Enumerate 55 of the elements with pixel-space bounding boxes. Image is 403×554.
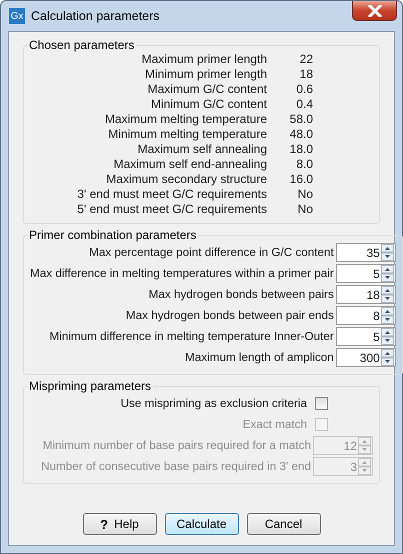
spinner-arrows-icon[interactable] [380, 349, 394, 366]
parameter-label: Max difference in melting temperatures within a primer pair [30, 267, 334, 280]
window-title: Calculation parameters [31, 9, 160, 23]
close-button[interactable] [352, 1, 397, 21]
parameter-label: Minimum primer length [144, 67, 267, 82]
group-title: Chosen parameters [28, 38, 136, 52]
parameter-label: Use mispriming as exclusion criteria [120, 397, 307, 410]
dialog-button[interactable]: ? Help [82, 513, 156, 535]
dialog-button[interactable]: Calculate [164, 513, 238, 535]
parameter-value: 0.6 [295, 82, 313, 97]
spinner-field[interactable]: 8 [336, 306, 396, 325]
parameter-value: 48.0 [288, 127, 313, 142]
spinner-arrows-icon[interactable] [380, 244, 394, 261]
parameter-value: 58.0 [288, 112, 313, 127]
group-title: Mispriming parameters [28, 379, 152, 393]
parameter-value: 0.4 [295, 97, 313, 112]
close-icon [368, 4, 382, 16]
parameter-label: Maximum self end-annealing [114, 157, 267, 172]
parameter-label: Maximum self annealing [138, 142, 267, 157]
spinner-arrows-icon[interactable] [380, 265, 394, 282]
spinner-arrows-icon[interactable] [380, 286, 394, 303]
parameter-label: Max hydrogen bonds between pairs [148, 288, 334, 301]
parameter-label: Maximum length of amplicon [185, 351, 334, 364]
group-title: Primer combination parameters [28, 228, 198, 242]
parameter-label: Maximum primer length [142, 52, 267, 67]
parameter-value: 16.0 [288, 172, 313, 187]
parameter-label: 3' end must meet G/C requirements [77, 187, 267, 202]
app-icon: Gx [9, 8, 25, 24]
parameter-value: 18.0 [288, 142, 313, 157]
parameter-label: Minimum number of base pairs required for a match [42, 439, 311, 452]
spinner-field[interactable]: 35 [336, 243, 396, 262]
spinner-arrows-icon[interactable] [380, 307, 394, 324]
parameter-label: Maximum G/C content [148, 82, 267, 97]
dialog-button[interactable]: Cancel [246, 513, 320, 535]
parameter-label: Maximum melting temperature [104, 112, 267, 127]
spinner-field[interactable]: 300 [336, 348, 396, 367]
spinner-field[interactable]: 5 [336, 264, 396, 283]
parameter-value: 22 [298, 52, 313, 67]
parameter-label: Minimum G/C content [150, 97, 267, 112]
parameter-label: Max percentage point difference in G/C content [89, 246, 334, 259]
parameter-label: Minimum melting temperature [108, 127, 267, 142]
spinner-arrows-icon[interactable] [380, 328, 394, 345]
parameter-value: 18 [298, 67, 313, 82]
parameter-label: Exact match [242, 418, 307, 431]
spinner-field[interactable]: 5 [336, 327, 396, 346]
spinner-field[interactable]: 18 [336, 285, 396, 304]
parameter-label: Minimum difference in melting temperature Inner-Outer [49, 330, 334, 343]
parameter-label: 5' end must meet G/C requirements [77, 202, 267, 217]
parameter-label: Number of consecutive base pairs required in 3' end [41, 460, 311, 473]
parameter-label: Maximum secondary structure [106, 172, 267, 187]
parameter-value: No [296, 187, 313, 202]
parameter-value: 8.0 [295, 157, 313, 172]
parameter-label: Max hydrogen bonds between pair ends [126, 309, 334, 322]
checkbox[interactable] [315, 397, 328, 410]
parameter-value: No [296, 202, 313, 217]
